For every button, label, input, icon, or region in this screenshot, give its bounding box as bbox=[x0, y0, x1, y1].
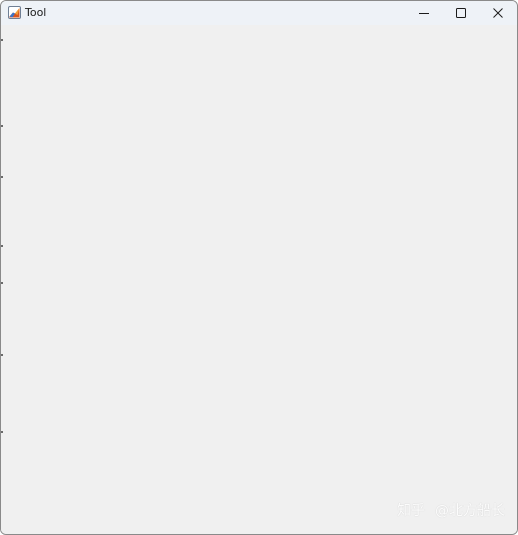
minimize-icon bbox=[419, 13, 429, 14]
edge-mark bbox=[1, 39, 3, 41]
figure-canvas[interactable]: 知乎 @北方船长 bbox=[1, 25, 517, 534]
title-bar[interactable]: Tool bbox=[1, 1, 517, 25]
matlab-membrane-icon bbox=[8, 6, 21, 19]
edge-mark bbox=[1, 282, 3, 284]
edge-mark bbox=[1, 354, 3, 356]
edge-mark bbox=[1, 125, 3, 127]
figure-window: Tool 知乎 @北方船长 bbox=[0, 0, 518, 535]
close-icon bbox=[493, 8, 503, 18]
window-title: Tool bbox=[25, 6, 47, 19]
edge-mark bbox=[1, 176, 3, 178]
minimize-button[interactable] bbox=[406, 1, 442, 25]
maximize-icon bbox=[456, 8, 466, 18]
maximize-button[interactable] bbox=[443, 1, 479, 25]
watermark-platform: 知乎 bbox=[397, 503, 425, 519]
watermark: 知乎 @北方船长 bbox=[397, 502, 505, 520]
edge-mark bbox=[1, 245, 3, 247]
close-button[interactable] bbox=[480, 1, 516, 25]
edge-mark bbox=[1, 431, 3, 433]
watermark-author: @北方船长 bbox=[435, 503, 505, 519]
